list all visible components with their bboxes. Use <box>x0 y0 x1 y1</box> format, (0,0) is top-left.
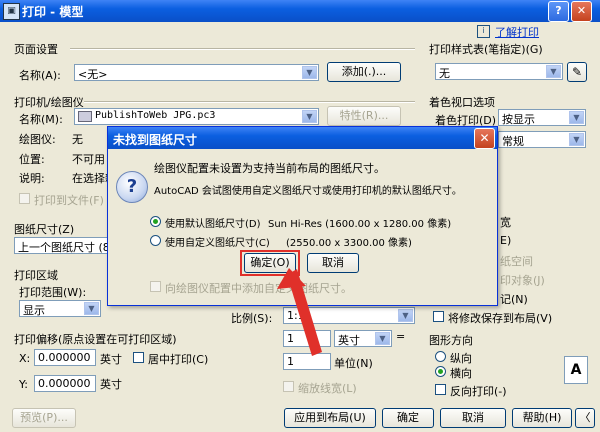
annotation-arrow-icon <box>277 268 322 356</box>
